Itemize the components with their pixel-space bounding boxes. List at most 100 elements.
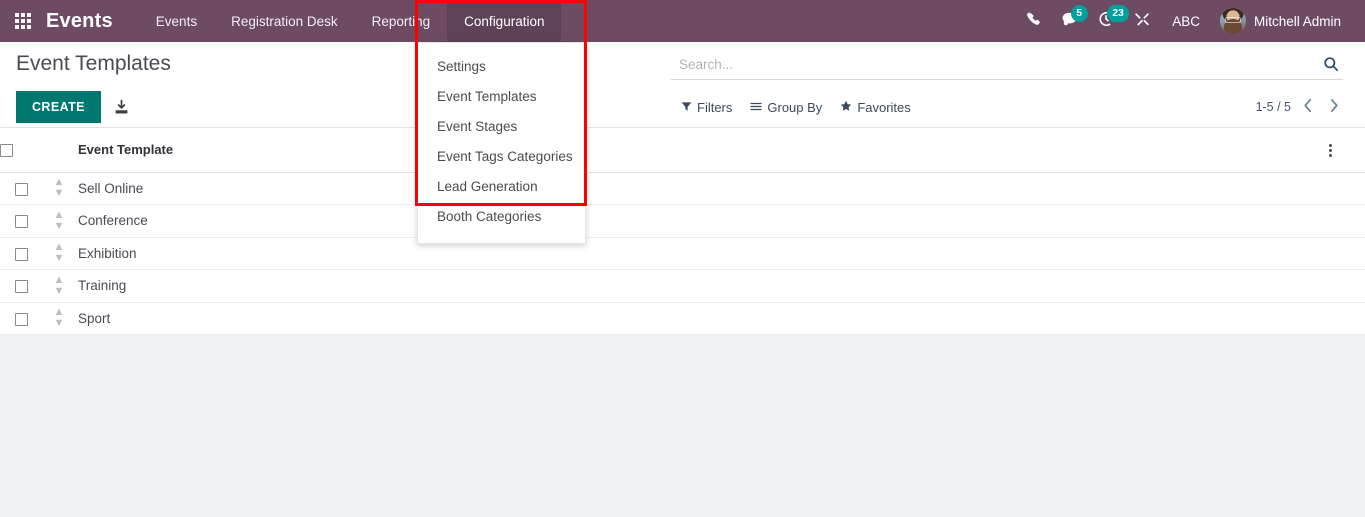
search-dropdown-buttons: Filters Group By Favorites: [671, 100, 911, 115]
user-name: Mitchell Admin: [1253, 13, 1341, 29]
cell-event-template[interactable]: Training: [76, 269, 1329, 303]
main-menu: Events Registration Desk Reporting Confi…: [139, 0, 562, 42]
search-icon[interactable]: [1323, 56, 1339, 72]
menu-item-registration-desk[interactable]: Registration Desk: [214, 0, 355, 42]
avatar: [1219, 8, 1246, 34]
row-select-cell: [0, 172, 42, 205]
top-navbar: Events Events Registration Desk Reportin…: [0, 0, 1365, 244]
filters-label: Filters: [697, 99, 733, 115]
event-templates-table: Event Template ▲ ▼ Sell Online ▲ ▼ Confe…: [0, 128, 1365, 335]
list-view: Event Template ▲ ▼ Sell Online ▲ ▼ Confe…: [0, 128, 1365, 335]
dropdown-item-event-templates[interactable]: Event Templates: [418, 82, 585, 112]
drag-handle-icon[interactable]: ▲ ▼: [54, 274, 65, 297]
row-end-cell: [1329, 172, 1365, 205]
select-all-header: [0, 128, 42, 173]
filter-funnel-icon: [681, 100, 692, 115]
wrench-icon: [1134, 11, 1150, 32]
cell-event-template[interactable]: Sport: [76, 302, 1329, 335]
chevron-right-icon[interactable]: [1325, 98, 1343, 116]
create-button[interactable]: CREATE: [16, 91, 101, 123]
select-all-checkbox[interactable]: [0, 144, 13, 158]
row-select-cell: [0, 269, 42, 303]
table-row[interactable]: ▲ ▼ Sell Online: [0, 172, 1365, 205]
company-switcher[interactable]: ABC: [1160, 0, 1212, 42]
drag-handle-icon[interactable]: ▲ ▼: [54, 177, 65, 199]
row-handle-cell: ▲ ▼: [42, 172, 76, 205]
table-head: Event Template: [0, 128, 1365, 173]
table-row[interactable]: ▲ ▼ Conference: [0, 204, 1365, 238]
row-checkbox[interactable]: [14, 312, 28, 326]
import-download-icon[interactable]: [113, 99, 130, 116]
chevron-left-icon[interactable]: [1299, 98, 1317, 116]
cell-event-template[interactable]: Sell Online: [76, 172, 1329, 205]
phone-icon: [1026, 11, 1041, 31]
group-by-lines-icon: [750, 100, 762, 115]
row-select-cell: [0, 204, 42, 238]
dropdown-item-event-tags-categories[interactable]: Event Tags Categories: [418, 142, 585, 172]
search-options-row: Filters Group By Favorites 1-5 / 5: [671, 98, 1343, 116]
drag-handle-icon[interactable]: ▲ ▼: [54, 307, 65, 329]
messages-button[interactable]: 5: [1051, 0, 1088, 42]
brand-title[interactable]: Events: [46, 0, 139, 42]
dropdown-item-settings[interactable]: Settings: [418, 52, 585, 82]
column-header-event-template[interactable]: Event Template: [76, 128, 1329, 173]
favorites-label: Favorites: [857, 99, 911, 115]
favorites-button[interactable]: Favorites: [840, 99, 911, 115]
configuration-dropdown: Settings Event Templates Event Stages Ev…: [417, 42, 586, 244]
row-handle-cell: ▲ ▼: [42, 302, 76, 335]
pager: 1-5 / 5: [1256, 98, 1343, 116]
optional-columns-header: [1329, 128, 1365, 173]
group-by-label: Group By: [767, 99, 823, 115]
row-checkbox[interactable]: [14, 182, 28, 196]
favorites-star-icon: [840, 100, 852, 115]
table-header-row: Event Template: [0, 128, 1365, 173]
row-end-cell: [1329, 237, 1365, 270]
row-checkbox[interactable]: [14, 215, 28, 229]
cell-event-template[interactable]: Exhibition: [76, 237, 1329, 270]
row-end-cell: [1329, 269, 1365, 303]
pager-value: 1-5 / 5: [1255, 100, 1291, 114]
drag-handle-icon[interactable]: ▲ ▼: [54, 209, 65, 232]
search-input[interactable]: [679, 56, 1323, 72]
table-body: ▲ ▼ Sell Online ▲ ▼ Conference ▲ ▼ Exhib…: [0, 172, 1365, 335]
row-handle-cell: ▲ ▼: [42, 204, 76, 238]
row-end-cell: [1329, 302, 1365, 335]
dropdown-item-event-stages[interactable]: Event Stages: [418, 112, 585, 142]
page-background: [0, 335, 1365, 517]
row-handle-cell: ▲ ▼: [42, 237, 76, 270]
control-panel: Event Templates CREATE: [0, 42, 1365, 128]
handle-header: [42, 128, 76, 173]
user-menu[interactable]: Mitchell Admin: [1212, 0, 1355, 42]
table-row[interactable]: ▲ ▼ Sport: [0, 302, 1365, 335]
table-row[interactable]: ▲ ▼ Training: [0, 269, 1365, 303]
row-select-cell: [0, 302, 42, 335]
table-row[interactable]: ▲ ▼ Exhibition: [0, 237, 1365, 270]
group-by-button[interactable]: Group By: [750, 100, 822, 115]
menu-item-configuration[interactable]: Configuration: [447, 0, 562, 42]
cell-event-template[interactable]: Conference: [76, 204, 1329, 238]
row-handle-cell: ▲ ▼: [42, 269, 76, 303]
breadcrumb: Event Templates: [16, 52, 171, 75]
dropdown-item-lead-generation[interactable]: Lead Generation: [418, 172, 585, 202]
filters-button[interactable]: Filters: [681, 100, 732, 115]
drag-handle-icon[interactable]: ▲ ▼: [54, 242, 65, 264]
row-checkbox[interactable]: [14, 247, 28, 261]
row-checkbox[interactable]: [14, 280, 28, 294]
menu-item-reporting[interactable]: Reporting: [355, 0, 448, 42]
vertical-dots-icon[interactable]: [1329, 144, 1332, 158]
control-panel-top-row: Event Templates: [16, 42, 1349, 80]
search-view[interactable]: [671, 52, 1343, 80]
row-end-cell: [1329, 204, 1365, 238]
activities-button[interactable]: 23: [1088, 0, 1129, 42]
control-panel-bottom-row: CREATE Filters Group By Favorites 1-5 / …: [16, 91, 1349, 123]
messages-badge: 5: [1070, 5, 1088, 22]
apps-menu-toggle[interactable]: [0, 0, 46, 42]
apps-grid-icon: [15, 13, 31, 29]
dropdown-item-booth-categories[interactable]: Booth Categories: [418, 202, 585, 232]
phone-button[interactable]: [1016, 0, 1051, 42]
debug-tools-button[interactable]: [1124, 0, 1160, 42]
navbar-spacer: [561, 0, 1016, 42]
view-actions: CREATE: [16, 91, 130, 123]
row-select-cell: [0, 237, 42, 270]
menu-item-events[interactable]: Events: [139, 0, 214, 42]
